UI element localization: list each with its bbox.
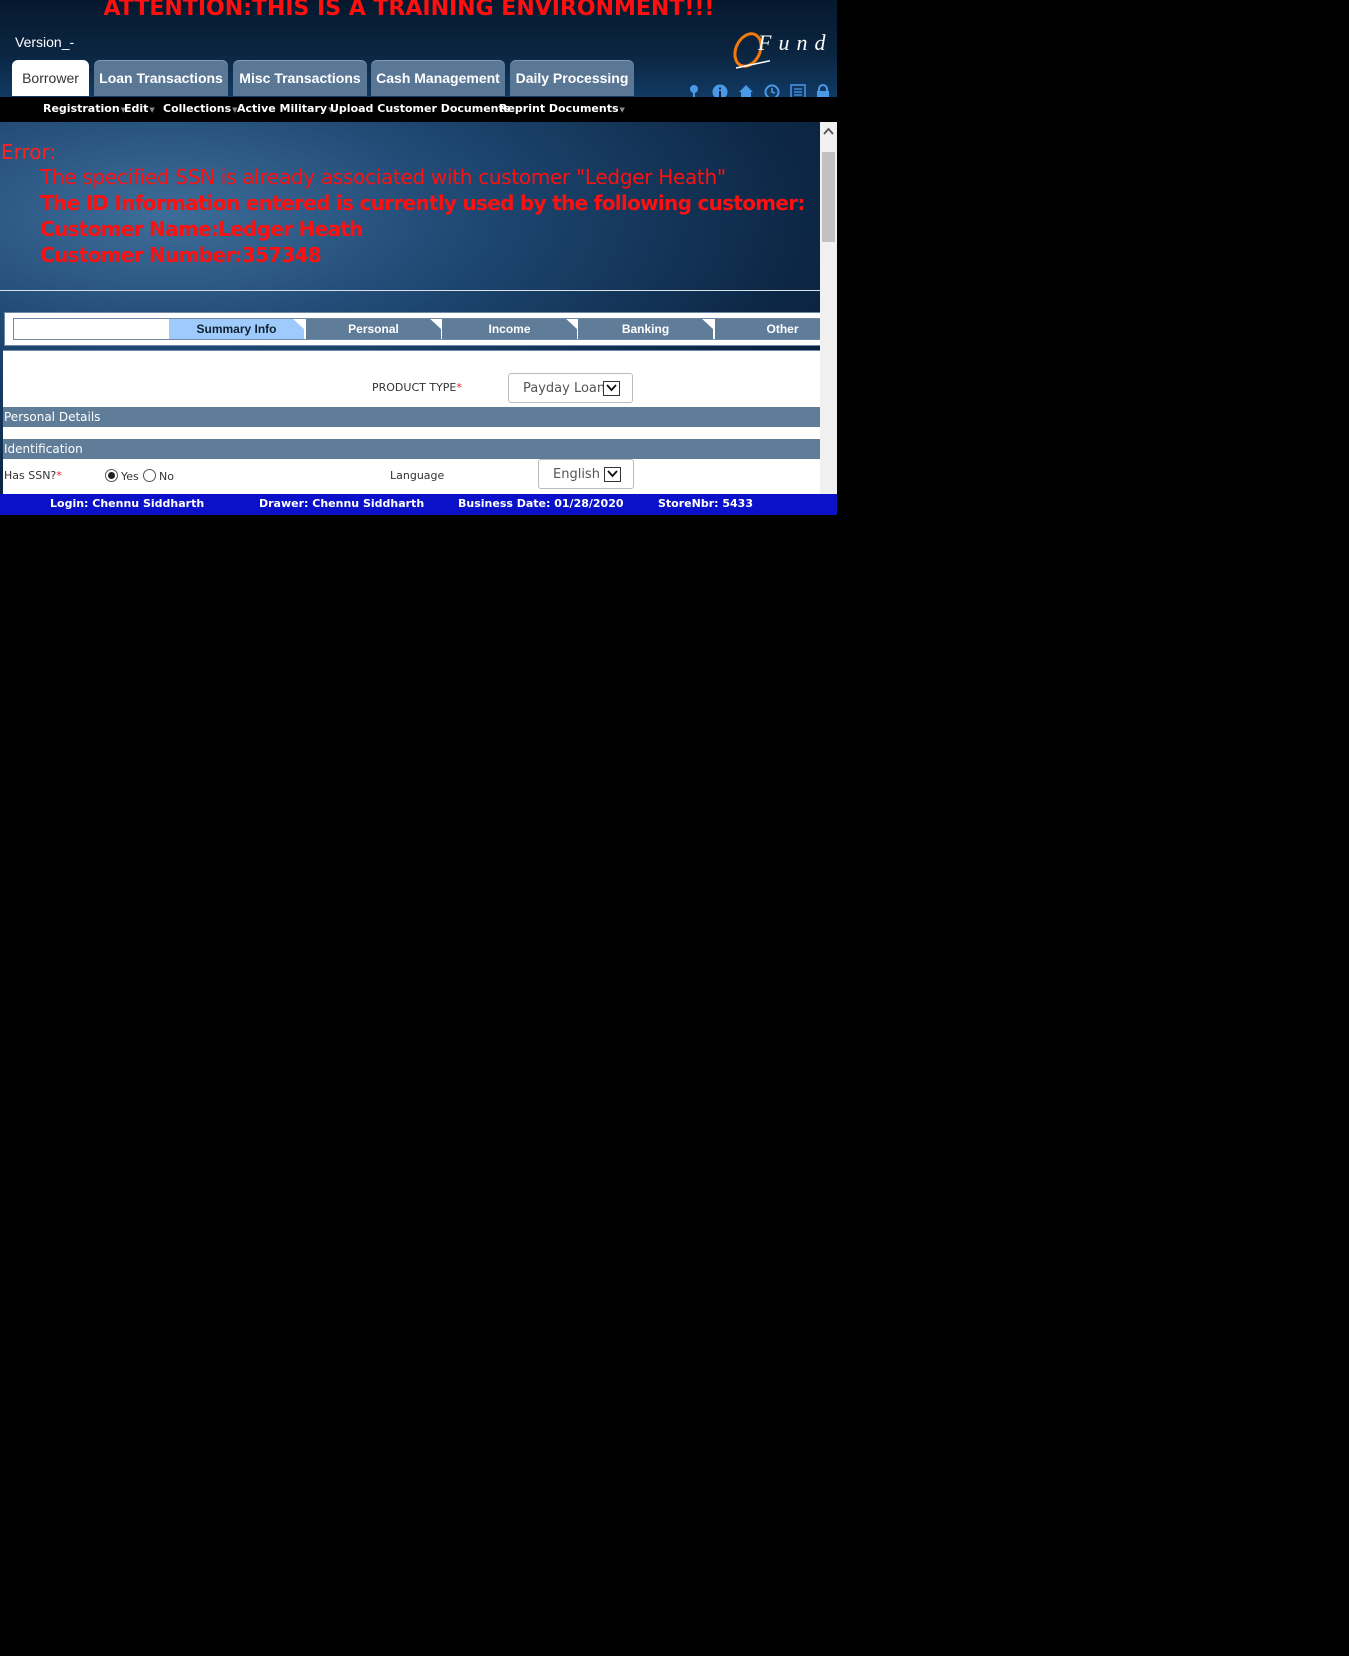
caret-down-icon: ▼ [619, 106, 625, 114]
submenu-reprint-documents[interactable]: Reprint Documents▼ [499, 102, 625, 115]
sub-tab-strip: Summary Info Personal Income Banking Oth… [13, 318, 820, 340]
has-ssn-text: Has SSN? [4, 469, 57, 482]
has-ssn-no-label: No [159, 470, 174, 483]
header: ATTENTION:THIS IS A TRAINING ENVIRONMENT… [0, 0, 837, 100]
has-ssn-yes-radio[interactable] [105, 469, 118, 482]
drawer-info: Drawer: Chennu Siddharth [259, 497, 425, 510]
section-personal-details: Personal Details [3, 407, 820, 427]
logo-word: Fund [758, 30, 833, 55]
lock-icon[interactable] [815, 84, 831, 98]
sub-tab-bar: Summary Info Personal Income Banking Oth… [4, 312, 820, 346]
tab-personal[interactable]: Personal [306, 319, 441, 339]
language-value: English [553, 466, 600, 482]
scroll-thumb[interactable] [822, 152, 835, 242]
submenu-active-military[interactable]: Active Military▼ [237, 102, 333, 115]
submenu-label: Registration [43, 102, 120, 115]
pin-icon[interactable] [686, 84, 702, 98]
error-message-ssn: The specified SSN is already associated … [40, 165, 726, 189]
caret-down-icon: ▼ [149, 106, 155, 114]
tab-income[interactable]: Income [442, 319, 577, 339]
status-bar: Login: Chennu Siddharth Drawer: Chennu S… [0, 494, 837, 515]
has-ssn-label: Has SSN?* [4, 469, 62, 482]
info-icon[interactable] [712, 84, 728, 100]
qfund-logo: Fund [730, 28, 830, 72]
has-ssn-yes-label: Yes [121, 470, 139, 483]
tab-other[interactable]: Other [715, 319, 820, 339]
has-ssn-no-radio[interactable] [143, 469, 156, 482]
product-type-text: PRODUCT TYPE [372, 381, 457, 394]
login-info: Login: Chennu Siddharth [50, 497, 205, 510]
error-customer-number: Customer Number:357348 [40, 243, 322, 267]
app-window: ATTENTION:THIS IS A TRAINING ENVIRONMENT… [0, 0, 837, 515]
content-panel: Error: The specified SSN is already asso… [0, 122, 820, 494]
tab-summary-info[interactable]: Summary Info [169, 319, 304, 339]
tab-loan-transactions[interactable]: Loan Transactions [94, 60, 228, 96]
chevron-down-icon [604, 467, 621, 482]
store-number: StoreNbr: 5433 [658, 497, 753, 510]
tab-misc-transactions[interactable]: Misc Transactions [233, 60, 367, 96]
submenu-edit[interactable]: Edit▼ [124, 102, 155, 115]
tab-daily-processing[interactable]: Daily Processing [510, 60, 634, 96]
submenu-label: Reprint Documents [499, 102, 619, 115]
submenu-label: Active Military [237, 102, 328, 115]
summary-form: PRODUCT TYPE* Payday Loan Personal Detai… [3, 350, 820, 494]
version-label: Version_- [15, 34, 75, 50]
section-identification: Identification [3, 439, 820, 459]
error-title: Error: [1, 140, 57, 164]
home-icon[interactable] [738, 84, 754, 98]
product-type-select[interactable]: Payday Loan [508, 373, 633, 403]
sub-menu-bar: Registration▼ Edit▼ Collections▼ Active … [0, 97, 837, 122]
submenu-collections[interactable]: Collections▼ [163, 102, 238, 115]
submenu-label: Upload Customer Documents [330, 102, 511, 115]
training-banner: ATTENTION:THIS IS A TRAINING ENVIRONMENT… [103, 0, 715, 21]
business-date: Business Date: 01/28/2020 [458, 497, 624, 510]
required-mark: * [456, 381, 462, 394]
product-type-value: Payday Loan [523, 380, 606, 396]
vertical-scrollbar[interactable] [820, 122, 837, 494]
submenu-upload-customer-documents[interactable]: Upload Customer Documents [330, 102, 510, 115]
divider [0, 290, 820, 291]
tab-banking[interactable]: Banking [578, 319, 713, 339]
error-message-id: The ID Information entered is currently … [40, 191, 805, 215]
tab-cash-management[interactable]: Cash Management [371, 60, 505, 96]
submenu-registration[interactable]: Registration▼ [43, 102, 126, 115]
product-type-label: PRODUCT TYPE* [372, 381, 462, 394]
submenu-label: Collections [163, 102, 232, 115]
chevron-down-icon [603, 381, 620, 396]
clock-icon[interactable] [764, 84, 780, 100]
scroll-up-icon[interactable] [820, 126, 837, 143]
list-icon[interactable] [790, 84, 806, 99]
language-label: Language [390, 469, 445, 482]
required-mark: * [56, 469, 62, 482]
tab-borrower[interactable]: Borrower [12, 60, 89, 96]
language-select[interactable]: English [538, 459, 634, 489]
error-customer-name: Customer Name:Ledger Heath [40, 217, 363, 241]
submenu-label: Edit [124, 102, 149, 115]
